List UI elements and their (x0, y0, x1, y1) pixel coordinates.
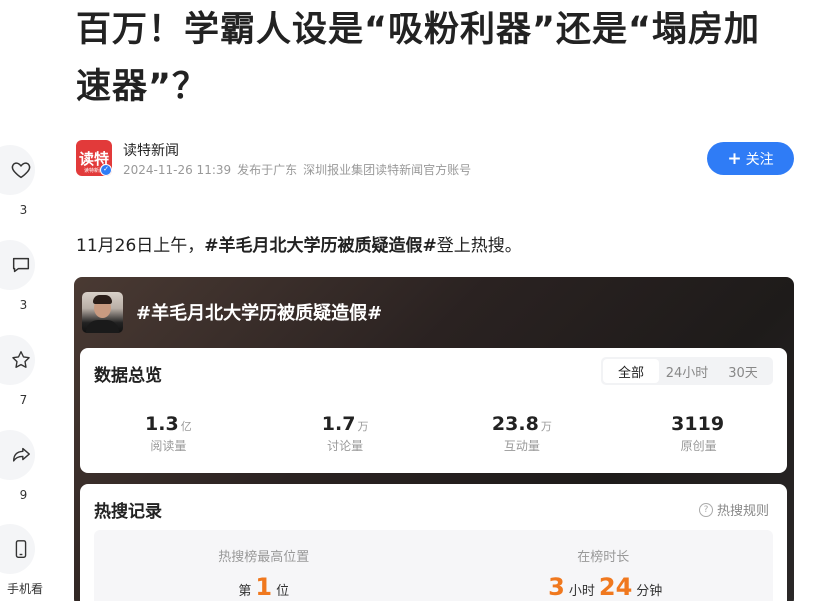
tab-24h[interactable]: 24小时 (659, 359, 715, 383)
share-button[interactable] (0, 430, 35, 480)
author-org: 深圳报业集团读特新闻官方账号 (303, 163, 472, 177)
topic-avatar (82, 292, 123, 333)
stat-original-value: 3119 (671, 413, 725, 435)
author-name[interactable]: 读特新闻 (123, 140, 179, 160)
time-range-tabs: 全部 24小时 30天 (601, 357, 773, 385)
like-action[interactable]: 3 (0, 145, 37, 217)
stat-read-unit: 亿 (180, 420, 192, 433)
stats-row: 1.3 亿 阅读量 1.7 万 讨论量 23.8 万 互动量 3119 原创量 (80, 413, 787, 454)
topic-title[interactable]: #羊毛月北大学历被质疑造假# (136, 299, 382, 325)
stat-read-label: 阅读量 (150, 439, 187, 453)
share-count: 9 (19, 488, 28, 502)
highest-rank-suffix: 位 (276, 584, 290, 599)
article-meta: 2024-11-26 11:39 发布于广东 深圳报业集团读特新闻官方账号 (123, 161, 477, 178)
mobile-view-button[interactable] (0, 524, 35, 574)
comment-icon (12, 257, 30, 273)
hot-topic-card: #羊毛月北大学历被质疑造假# 数据总览 全部 24小时 30天 1.3 亿 阅读量… (74, 277, 794, 601)
stat-read: 1.3 亿 阅读量 (80, 413, 257, 454)
publish-location: 发布于广东 (237, 163, 298, 177)
heart-icon (11, 162, 31, 179)
lead-text-after: 登上热搜。 (436, 236, 522, 256)
mobile-view-action[interactable]: 手机看 (0, 524, 44, 597)
duration-hours-value: 3 (548, 573, 565, 601)
stat-read-value: 1.3 (145, 413, 179, 435)
overview-title: 数据总览 (94, 366, 162, 386)
highest-rank-label: 热搜榜最高位置 (218, 550, 310, 565)
highest-rank-value: 1 (255, 573, 273, 601)
share-action[interactable]: 9 (0, 430, 37, 502)
comment-count: 3 (19, 298, 28, 312)
article-title: 百万！学霸人设是“吸粉利器”还是“塌房加速器”？ (76, 10, 761, 107)
share-icon (12, 447, 30, 462)
stat-interact: 23.8 万 互动量 (434, 413, 611, 454)
tab-all[interactable]: 全部 (603, 359, 659, 383)
duration-label: 在榜时长 (577, 550, 630, 565)
duration-minutes-unit: 分钟 (636, 584, 663, 599)
favorite-action[interactable]: 7 (0, 335, 37, 407)
comment-action[interactable]: 3 (0, 240, 37, 312)
favorite-button[interactable] (0, 335, 35, 385)
help-icon: ? (698, 502, 713, 517)
hot-record-panel: 热搜记录 ? 热搜规则 热搜榜最高位置 第1位 在榜时长 3 小时 24 分钟 (80, 484, 787, 601)
hot-rules-label: 热搜规则 (716, 504, 769, 519)
overview-panel: 数据总览 全部 24小时 30天 1.3 亿 阅读量 1.7 万 讨论量 23.8 万… (80, 348, 787, 473)
favorite-count: 7 (19, 393, 28, 407)
on-list-duration: 在榜时长 3 小时 24 分钟 (434, 546, 774, 601)
highest-rank-prefix: 第 (238, 584, 252, 599)
stat-interact-unit: 万 (540, 420, 552, 433)
tab-30d[interactable]: 30天 (715, 359, 771, 383)
hot-record-title: 热搜记录 (94, 502, 162, 522)
mobile-view-label: 手机看 (7, 582, 44, 596)
stat-discuss-label: 讨论量 (327, 439, 364, 453)
stat-original-label: 原创量 (680, 439, 717, 453)
highest-rank: 热搜榜最高位置 第1位 (94, 546, 434, 601)
like-count: 3 (19, 203, 28, 217)
hot-rules-link[interactable]: ? 热搜规则 (698, 500, 769, 519)
stat-original: 3119 原创量 (610, 413, 787, 454)
verified-icon: ✓ (100, 164, 112, 176)
phone-icon (15, 540, 27, 558)
plus-icon: + (727, 148, 742, 169)
stat-discuss-value: 1.7 (321, 413, 356, 435)
stat-interact-label: 互动量 (503, 439, 540, 453)
lead-paragraph: 11月26日上午，#羊毛月北大学历被质疑造假#登上热搜。 (76, 231, 522, 256)
stat-interact-value: 23.8 (491, 413, 539, 435)
stat-discuss: 1.7 万 讨论量 (257, 413, 434, 454)
stat-discuss-unit: 万 (357, 420, 369, 433)
duration-hours-unit: 小时 (568, 584, 595, 599)
comment-button[interactable] (0, 240, 35, 290)
lead-hashtag-link[interactable]: #羊毛月北大学历被质疑造假# (204, 236, 437, 256)
star-icon (12, 351, 30, 368)
lead-text-before: 11月26日上午， (76, 236, 205, 256)
duration-minutes-value: 24 (598, 573, 633, 601)
publish-datetime: 2024-11-26 11:39 (123, 163, 232, 177)
hot-record-box: 热搜榜最高位置 第1位 在榜时长 3 小时 24 分钟 (94, 530, 773, 601)
follow-button[interactable]: + 关注 (707, 142, 794, 175)
like-button[interactable] (0, 145, 35, 195)
follow-button-label: 关注 (745, 151, 774, 168)
